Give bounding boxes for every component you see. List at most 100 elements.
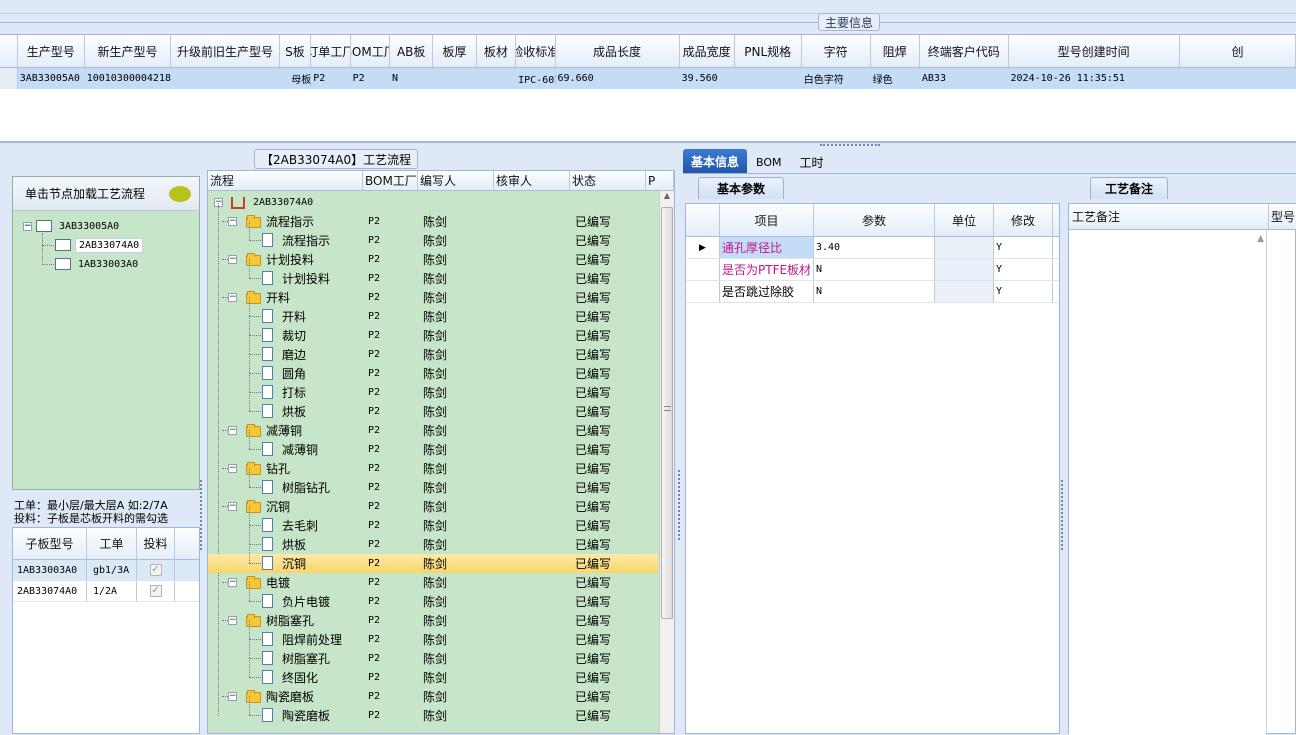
params-row[interactable]: 是否为PTFE板材 N Y: [686, 259, 1059, 281]
flow-row[interactable]: 陶瓷磨板 P2 陈剑 已编写: [208, 696, 658, 725]
flow-row[interactable]: 树脂塞孔 P2 陈剑 已编写: [208, 639, 658, 668]
subboard-column-header[interactable]: 工单: [87, 528, 137, 559]
row-indicator[interactable]: [686, 259, 720, 280]
params-unit[interactable]: [935, 281, 994, 302]
flow-row[interactable]: − 计划投料 P2 陈剑 已编写: [208, 250, 658, 269]
flow-row[interactable]: − 沉铜 P2 陈剑 已编写: [208, 497, 658, 516]
params-modify[interactable]: Y: [994, 259, 1053, 280]
right-splitter-handle[interactable]: [1061, 480, 1065, 550]
params-modify[interactable]: Y: [994, 281, 1053, 302]
tree-node[interactable]: − 3AB33005A0: [23, 217, 122, 235]
column-header[interactable]: 升级前旧生产型号: [171, 35, 280, 67]
collapse-icon[interactable]: −: [228, 293, 237, 302]
collapse-icon[interactable]: −: [228, 426, 237, 435]
params-unit[interactable]: [935, 237, 994, 258]
column-header[interactable]: 成品宽度: [680, 35, 735, 67]
column-header[interactable]: BOM工厂: [351, 35, 390, 67]
flow-row[interactable]: 烘板 P2 陈剑 已编写: [208, 525, 658, 554]
column-header[interactable]: 新生产型号: [85, 35, 172, 67]
flow-row[interactable]: 去毛刺 P2 陈剑 已编写: [208, 506, 658, 535]
flow-row[interactable]: 开料 P2 陈剑 已编写: [208, 297, 658, 326]
params-column-header[interactable]: 项目: [720, 204, 814, 236]
flow-row[interactable]: 沉铜 P2 陈剑 已编写: [208, 544, 658, 573]
flow-row[interactable]: − 流程指示 P2 陈剑 已编写: [208, 212, 658, 231]
column-header[interactable]: 生产型号: [18, 35, 85, 67]
remark-scroll-up-icon[interactable]: ▲: [1257, 234, 1264, 244]
params-unit[interactable]: [935, 259, 994, 280]
flow-row[interactable]: 阻焊前处理 P2 陈剑 已编写: [208, 620, 658, 649]
column-header[interactable]: 板厚: [433, 35, 477, 67]
flow-scrollbar[interactable]: ▲: [659, 191, 674, 733]
collapse-icon[interactable]: −: [228, 217, 237, 226]
params-column-header[interactable]: 单位: [935, 204, 994, 236]
subboard-row[interactable]: 1AB33003A0 gb1/3A ✓: [13, 560, 199, 581]
horizontal-splitter[interactable]: [0, 142, 1296, 150]
remark-textarea[interactable]: ▲: [1069, 230, 1267, 735]
subboard-column-header[interactable]: 投料: [137, 528, 175, 559]
flow-column-header[interactable]: 状态: [570, 171, 646, 190]
flow-row[interactable]: 烘板 P2 陈剑 已编写: [208, 392, 658, 421]
flow-column-header[interactable]: 核审人: [494, 171, 570, 190]
collapse-icon[interactable]: −: [228, 255, 237, 264]
column-header[interactable]: 字符: [802, 35, 871, 67]
flow-row[interactable]: 终固化 P2 陈剑 已编写: [208, 658, 658, 687]
tab-basic-info[interactable]: 基本信息: [683, 149, 748, 173]
subboard-row[interactable]: 2AB33074A0 1/2A ✓: [13, 581, 199, 602]
flow-row[interactable]: 负片电镀 P2 陈剑 已编写: [208, 582, 658, 611]
flow-row[interactable]: 计划投料 P2 陈剑 已编写: [208, 259, 658, 288]
flow-column-header[interactable]: BOM工厂: [363, 171, 418, 190]
flow-root-row[interactable]: −2AB33074A0: [208, 193, 658, 212]
flow-row[interactable]: − 钻孔 P2 陈剑 已编写: [208, 459, 658, 478]
flow-row[interactable]: 树脂钻孔 P2 陈剑 已编写: [208, 468, 658, 497]
feed-checkbox[interactable]: ✓: [149, 585, 162, 597]
params-modify[interactable]: Y: [994, 237, 1053, 258]
flow-row[interactable]: − 减薄铜 P2 陈剑 已编写: [208, 421, 658, 440]
row-indicator[interactable]: [686, 281, 720, 302]
flow-row[interactable]: 磨边 P2 陈剑 已编写: [208, 335, 658, 364]
collapse-icon[interactable]: −: [228, 578, 237, 587]
column-header[interactable]: 订单工厂: [311, 35, 351, 67]
tab-work-hours[interactable]: 工时: [791, 151, 833, 173]
column-header[interactable]: 阻焊: [871, 35, 920, 67]
collapse-icon[interactable]: −: [228, 692, 237, 701]
params-column-header[interactable]: 参数: [814, 204, 935, 236]
flow-column-header[interactable]: 编写人: [418, 171, 494, 190]
middle-splitter-handle[interactable]: [678, 470, 682, 540]
tree-node[interactable]: 1AB33003A0: [55, 255, 141, 273]
column-header[interactable]: S板: [280, 35, 312, 67]
column-header[interactable]: 创: [1180, 35, 1296, 67]
params-row[interactable]: ▶ 通孔厚径比 3.40 Y: [686, 237, 1059, 259]
params-value[interactable]: N: [814, 259, 935, 280]
tree-node[interactable]: 2AB33074A0: [55, 236, 144, 254]
column-header[interactable]: PNL规格: [735, 35, 802, 67]
column-header[interactable]: 终端客户代码: [920, 35, 1009, 67]
tab-bom[interactable]: BOM: [747, 151, 791, 173]
params-value[interactable]: 3.40: [814, 237, 935, 258]
collapse-icon[interactable]: −: [228, 502, 237, 511]
column-header[interactable]: 型号创建时间: [1009, 35, 1180, 67]
flow-row[interactable]: 流程指示 P2 陈剑 已编写: [208, 221, 658, 250]
flow-row[interactable]: 打标 P2 陈剑 已编写: [208, 373, 658, 402]
column-header[interactable]: 成品长度: [556, 35, 680, 67]
row-selector[interactable]: [0, 68, 18, 89]
flow-column-header[interactable]: P: [646, 171, 674, 190]
column-header[interactable]: 验收标准: [516, 35, 556, 67]
collapse-icon[interactable]: −: [23, 221, 32, 231]
flow-row[interactable]: − 电镀 P2 陈剑 已编写: [208, 573, 658, 592]
flow-row[interactable]: − 陶瓷磨板 P2 陈剑 已编写: [208, 687, 658, 706]
flow-column-header[interactable]: 流程: [208, 171, 363, 190]
flow-row[interactable]: 圆角 P2 陈剑 已编写: [208, 354, 658, 383]
flow-row[interactable]: − 开料 P2 陈剑 已编写: [208, 288, 658, 307]
scroll-thumb[interactable]: [661, 207, 673, 619]
flow-row[interactable]: 裁切 P2 陈剑 已编写: [208, 316, 658, 345]
flow-row[interactable]: 减薄铜 P2 陈剑 已编写: [208, 430, 658, 459]
column-header[interactable]: 板材: [477, 35, 517, 67]
params-value[interactable]: N: [814, 281, 935, 302]
column-header[interactable]: AB板: [390, 35, 434, 67]
collapse-icon[interactable]: −: [228, 616, 237, 625]
subboard-column-header[interactable]: 子板型号: [13, 528, 87, 559]
structure-tree[interactable]: − 3AB33005A0 2AB33074A0 1AB33003A0: [13, 213, 199, 273]
main-info-row[interactable]: 3AB33005A010010300004218母板P2P2NIPC-6018 …: [0, 68, 1296, 89]
feed-checkbox[interactable]: ✓: [149, 564, 162, 576]
scroll-up-icon[interactable]: ▲: [660, 191, 674, 206]
